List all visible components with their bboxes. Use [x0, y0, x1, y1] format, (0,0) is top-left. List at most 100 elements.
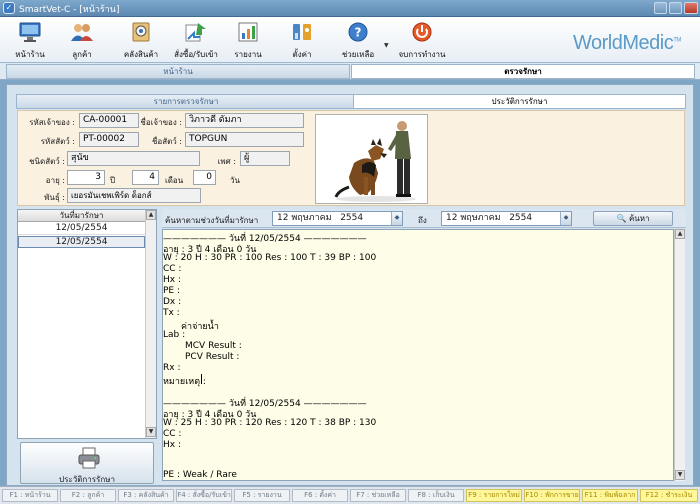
report-icon: [238, 22, 258, 42]
scroll-down-icon[interactable]: ▼: [146, 427, 156, 437]
record-line: CC :: [163, 429, 182, 439]
minimize-button[interactable]: [654, 2, 667, 14]
from-date-select[interactable]: 12 พฤษภาคม 2554 ◆: [272, 211, 403, 226]
record-line: PE :: [163, 286, 181, 296]
settings-icon: [293, 24, 311, 40]
record-line: MCV Result :: [185, 341, 242, 351]
record-line: Lab :: [163, 330, 186, 340]
record-line: CC :: [163, 264, 182, 274]
tab-examination[interactable]: ตรวจรักษา: [351, 64, 695, 79]
fkey-f8[interactable]: F8 : เก็บเงิน: [408, 489, 464, 502]
function-key-bar: F1 : หน้าร้าน F2 : ลูกค้า F3 : คลังสินค้…: [0, 486, 700, 504]
people-icon: [71, 24, 93, 41]
fkey-f6[interactable]: F6 : ตั้งค่า: [292, 489, 348, 502]
toolbar-order-receive-button[interactable]: สั่งซื้อ/รับเข้า: [170, 19, 222, 61]
fkey-f4[interactable]: F4 : สั่งซื้อ/รับเข้า: [176, 489, 232, 502]
toolbar-warehouse-button[interactable]: คลังสินค้า: [116, 19, 166, 61]
fkey-f12[interactable]: F12 : ชำระเงิน: [640, 489, 698, 502]
scroll-up-icon[interactable]: ▲: [146, 210, 156, 220]
to-date-select[interactable]: 12 พฤษภาคม 2554 ◆: [441, 211, 572, 226]
owner-code-label: รหัสเจ้าของ :: [29, 118, 75, 127]
visit-date-list[interactable]: วันที่มารักษา 12/05/2554 12/05/2554: [17, 209, 157, 439]
maximize-button[interactable]: [669, 2, 682, 14]
order-icon: [185, 23, 206, 42]
species-field: สุนัข: [67, 151, 200, 166]
fkey-f2[interactable]: F2 : ลูกค้า: [60, 489, 116, 502]
chevron-down-icon[interactable]: ◆: [560, 212, 571, 225]
tab-examination-list[interactable]: รายการตรวจรักษา: [16, 94, 356, 109]
pet-code-label: รหัสสัตว์ :: [40, 137, 75, 146]
sub-tab-bar: รายการตรวจรักษา ประวัติการรักษา: [10, 94, 690, 109]
date-list-scrollbar[interactable]: ▲ ▼: [145, 210, 156, 438]
days-unit-label: วัน: [230, 176, 240, 185]
list-item[interactable]: 12/05/2554: [18, 236, 145, 248]
record-line: W : 25 H : 30 PR : 120 Res : 120 T : 38 …: [163, 418, 377, 428]
species-label: ชนิดสัตว์ :: [29, 157, 65, 166]
fkey-f9[interactable]: F9 : รายการใหม่: [466, 489, 522, 502]
pet-photo: [315, 114, 428, 204]
help-dropdown-icon[interactable]: ▼: [384, 42, 389, 49]
monitor-icon: [19, 22, 41, 42]
toolbar-storefront-button[interactable]: หน้าร้าน: [8, 19, 52, 61]
search-range-label: ค้นหาตามช่วงวันที่มารักษา: [165, 216, 259, 225]
toolbar-reports-button[interactable]: รายงาน: [228, 19, 268, 61]
breed-field: เยอรมันเชพเพิร์ด ด็อกส์: [67, 188, 201, 203]
treatment-record-text[interactable]: ——————— วันที่ 12/05/2554 ——————— อายุ :…: [162, 229, 674, 481]
owner-code-field: CA-00001: [79, 113, 139, 128]
sex-field: ผู้: [240, 151, 290, 166]
record-line: W : 20 H : 30 PR : 100 Res : 100 T : 39 …: [163, 253, 377, 263]
toolbar-customers-button[interactable]: ลูกค้า: [60, 19, 104, 61]
brand-logo: WorldMedicTM: [573, 32, 681, 54]
chevron-down-icon[interactable]: ◆: [391, 212, 402, 225]
title-bar: ✓ SmartVet-C - [หน้าร้าน]: [0, 0, 700, 17]
close-button[interactable]: [684, 2, 698, 14]
fkey-f11[interactable]: F11 : พิมพ์ฉลาก: [582, 489, 638, 502]
printer-icon: [78, 447, 100, 469]
age-days-field: 0: [193, 170, 216, 185]
record-line: Dx :: [163, 297, 182, 307]
svg-text:?: ?: [355, 26, 362, 40]
record-line: Hx :: [163, 440, 181, 450]
age-label: อายุ :: [45, 176, 65, 185]
pet-code-field: PT-00002: [79, 132, 139, 147]
age-years-field: 3: [67, 170, 105, 185]
toolbar-exit-button[interactable]: จบการทำงาน: [394, 19, 450, 61]
breed-label: พันธุ์ :: [44, 193, 65, 202]
fkey-f10[interactable]: F10 : พักการขาย: [524, 489, 580, 502]
tab-storefront[interactable]: หน้าร้าน: [6, 64, 350, 79]
app-icon[interactable]: ✓: [3, 2, 15, 14]
sex-label: เพศ :: [217, 157, 236, 166]
scroll-down-icon[interactable]: ▼: [675, 470, 685, 480]
record-line: หมายเหตุ :: [163, 377, 206, 387]
treatment-history-button[interactable]: ประวัติการรักษา: [20, 442, 154, 484]
record-scrollbar[interactable]: ▲ ▼: [674, 229, 685, 481]
main-toolbar: หน้าร้าน ลูกค้า คลังสินค้า สั่งซื้อ/รับเ…: [0, 17, 700, 63]
record-line: PE : Weak / Rare: [163, 470, 237, 480]
record-line: ค่าจ่ายน้ำ: [181, 322, 219, 332]
fkey-f5[interactable]: F5 : รายงาน: [234, 489, 290, 502]
search-button[interactable]: 🔍 ค้นหา: [593, 211, 673, 226]
record-line: Tx :: [163, 308, 180, 318]
record-line: Hx :: [163, 275, 181, 285]
to-label: ถึง: [418, 216, 427, 225]
tab-treatment-history[interactable]: ประวัติการรักษา: [353, 94, 686, 109]
visit-date-header: วันที่มารักษา: [18, 210, 145, 222]
record-line: PCV Result :: [185, 352, 240, 362]
fkey-f3[interactable]: F3 : คลังสินค้า: [118, 489, 174, 502]
list-item[interactable]: 12/05/2554: [18, 223, 145, 235]
help-icon: ?: [348, 22, 368, 42]
pet-name-field: TOPGUN: [185, 132, 304, 147]
fkey-f7[interactable]: F7 : ช่วยเหลือ: [350, 489, 406, 502]
toolbar-settings-button[interactable]: ตั้งค่า: [282, 19, 322, 61]
window-title: SmartVet-C - [หน้าร้าน]: [19, 5, 120, 15]
pet-name-label: ชื่อสัตว์ :: [151, 137, 182, 146]
scroll-up-icon[interactable]: ▲: [675, 229, 685, 239]
warehouse-icon: [132, 22, 150, 42]
toolbar-help-button[interactable]: ? ช่วยเหลือ: [338, 19, 378, 61]
search-icon: 🔍: [616, 214, 627, 223]
dog-trainer-illustration: [334, 121, 416, 202]
owner-name-label: ชื่อเจ้าของ :: [140, 118, 182, 127]
power-icon: [412, 22, 432, 42]
top-tab-bar: หน้าร้าน ตรวจรักษา: [0, 63, 700, 80]
fkey-f1[interactable]: F1 : หน้าร้าน: [2, 489, 58, 502]
